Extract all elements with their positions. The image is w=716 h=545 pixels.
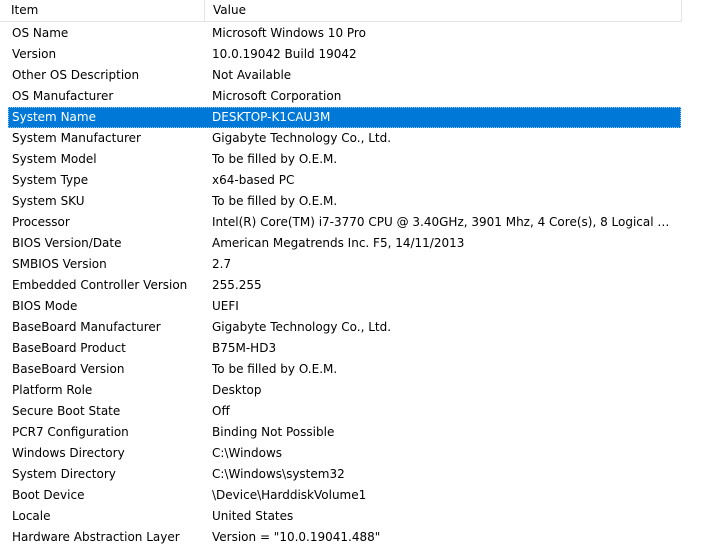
- row-item-name: System Model: [12, 152, 97, 166]
- table-row[interactable]: System SKU To be filled by O.E.M.: [0, 191, 682, 212]
- row-item-name: OS Name: [12, 26, 69, 40]
- row-item-value: Version = "10.0.19041.488": [212, 530, 381, 544]
- row-item-value: Microsoft Corporation: [212, 89, 342, 103]
- row-item-name: Version: [12, 47, 57, 61]
- table-row[interactable]: System Type x64-based PC: [0, 170, 682, 191]
- row-item-value: United States: [212, 509, 294, 523]
- row-item-value: To be filled by O.E.M.: [212, 194, 338, 208]
- row-item-value: To be filled by O.E.M.: [212, 362, 338, 376]
- row-item-value: To be filled by O.E.M.: [212, 152, 338, 166]
- row-item-value: 2.7: [212, 257, 232, 271]
- row-item-name: Secure Boot State: [12, 404, 121, 418]
- table-row[interactable]: Hardware Abstraction Layer Version = "10.…: [0, 527, 682, 545]
- table-row[interactable]: Processor Intel(R) Core(TM) i7-3770 CPU @…: [0, 212, 682, 233]
- table-row[interactable]: Platform Role Desktop: [0, 380, 682, 401]
- row-item-name: Boot Device: [12, 488, 85, 502]
- table-row[interactable]: Locale United States: [0, 506, 682, 527]
- row-item-value: Microsoft Windows 10 Pro: [212, 26, 366, 40]
- table-row[interactable]: SMBIOS Version 2.7: [0, 254, 682, 275]
- row-item-name: BaseBoard Version: [12, 362, 125, 376]
- row-item-name: Windows Directory: [12, 446, 125, 460]
- table-row[interactable]: BaseBoard Product B75M-HD3: [0, 338, 682, 359]
- row-item-value: x64-based PC: [212, 173, 295, 187]
- table-row[interactable]: Embedded Controller Version 255.255: [0, 275, 682, 296]
- row-item-name: System SKU: [12, 194, 85, 208]
- table-row[interactable]: BIOS Mode UEFI: [0, 296, 682, 317]
- list-rows: OS Name Microsoft Windows 10 Pro Version 10…: [0, 23, 716, 545]
- row-item-name: BIOS Version/Date: [12, 236, 122, 250]
- row-item-value: C:\Windows\system32: [212, 467, 345, 481]
- row-item-name: System Type: [12, 173, 89, 187]
- row-item-value: Gigabyte Technology Co., Ltd.: [212, 320, 392, 334]
- row-item-value: 255.255: [212, 278, 262, 292]
- table-row[interactable]: Windows Directory C:\Windows: [0, 443, 682, 464]
- row-item-name: PCR7 Configuration: [12, 425, 129, 439]
- row-item-name: System Manufacturer: [12, 131, 141, 145]
- row-item-name: OS Manufacturer: [12, 89, 114, 103]
- row-item-value: \Device\HarddiskVolume1: [212, 488, 367, 502]
- table-row[interactable]: BaseBoard Version To be filled by O.E.M.: [0, 359, 682, 380]
- table-row[interactable]: System Directory C:\Windows\system32: [0, 464, 682, 485]
- table-row[interactable]: Other OS Description Not Available: [0, 65, 682, 86]
- row-item-name: Processor: [12, 215, 70, 229]
- row-item-name: SMBIOS Version: [12, 257, 107, 271]
- column-header-item[interactable]: Item: [0, 0, 205, 21]
- row-item-value: Gigabyte Technology Co., Ltd.: [212, 131, 392, 145]
- row-item-name: Locale: [12, 509, 51, 523]
- row-item-name: Platform Role: [12, 383, 93, 397]
- table-row[interactable]: System Model To be filled by O.E.M.: [0, 149, 682, 170]
- table-row[interactable]: BIOS Version/Date American Megatrends Inc…: [0, 233, 682, 254]
- table-row[interactable]: Boot Device \Device\HarddiskVolume1: [0, 485, 682, 506]
- row-item-value: Off: [212, 404, 230, 418]
- row-item-value: UEFI: [212, 299, 239, 313]
- row-item-value: 10.0.19042 Build 19042: [212, 47, 357, 61]
- row-item-value: Binding Not Possible: [212, 425, 335, 439]
- row-item-name: Hardware Abstraction Layer: [12, 530, 180, 544]
- list-header: Item Value: [0, 0, 682, 22]
- row-item-name: System Directory: [12, 467, 116, 481]
- row-item-value: American Megatrends Inc. F5, 14/11/2013: [212, 236, 465, 250]
- table-row[interactable]: OS Name Microsoft Windows 10 Pro: [0, 23, 682, 44]
- row-item-value: C:\Windows: [212, 446, 283, 460]
- system-summary-list[interactable]: Item Value OS Name Microsoft Windows 10 P…: [0, 0, 716, 545]
- column-header-value[interactable]: Value: [205, 0, 682, 21]
- table-row[interactable]: System Name DESKTOP-K1CAU3M: [8, 107, 681, 128]
- row-item-name: BaseBoard Manufacturer: [12, 320, 161, 334]
- row-item-name: Other OS Description: [12, 68, 140, 82]
- row-item-value: Not Available: [212, 68, 292, 82]
- row-item-name: BIOS Mode: [12, 299, 78, 313]
- row-item-name: Embedded Controller Version: [12, 278, 188, 292]
- row-item-name: System Name: [12, 110, 96, 124]
- row-item-value: Intel(R) Core(TM) i7-3770 CPU @ 3.40GHz,…: [212, 215, 672, 229]
- table-row[interactable]: BaseBoard Manufacturer Gigabyte Technolog…: [0, 317, 682, 338]
- table-row[interactable]: Secure Boot State Off: [0, 401, 682, 422]
- table-row[interactable]: OS Manufacturer Microsoft Corporation: [0, 86, 682, 107]
- row-item-value: B75M-HD3: [212, 341, 277, 355]
- row-item-name: BaseBoard Product: [12, 341, 126, 355]
- row-item-value: DESKTOP-K1CAU3M: [212, 110, 331, 124]
- row-item-value: Desktop: [212, 383, 262, 397]
- table-row[interactable]: PCR7 Configuration Binding Not Possible: [0, 422, 682, 443]
- table-row[interactable]: System Manufacturer Gigabyte Technology C…: [0, 128, 682, 149]
- table-row[interactable]: Version 10.0.19042 Build 19042: [0, 44, 682, 65]
